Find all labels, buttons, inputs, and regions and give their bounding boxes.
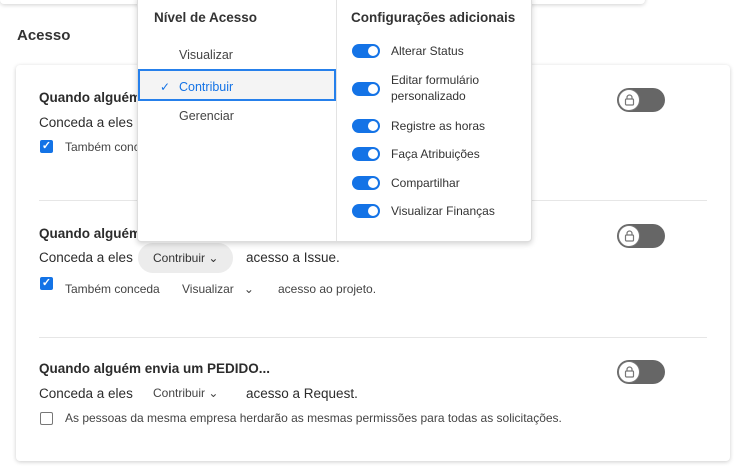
- setting-label: Editar formulário personalizado: [391, 73, 480, 103]
- popover-divider: [336, 0, 337, 241]
- toggle-visualizar-financas[interactable]: [352, 204, 380, 218]
- toggle-compartilhar[interactable]: [352, 176, 380, 190]
- setting-label: Compartilhar: [391, 176, 460, 190]
- row-3-grant-prefix: Conceda a eles: [39, 386, 133, 401]
- section-title: Acesso: [17, 27, 71, 44]
- row-2-project-suffix: acesso ao projeto.: [278, 282, 377, 296]
- option-label: Contribuir: [179, 80, 234, 94]
- access-level-popover: Nível de Acesso Visualizar ✓ Contribuir G…: [137, 0, 532, 242]
- settings-header: Configurações adicionais: [351, 10, 516, 25]
- lock-icon: [624, 366, 634, 378]
- row-2-grant-suffix: acesso a Issue.: [246, 250, 340, 265]
- row-2-lock-toggle[interactable]: [617, 224, 665, 248]
- row-3-inherit-label: As pessoas da mesma empresa herdarão as …: [65, 411, 562, 425]
- row-2-level-value: Contribuir: [153, 251, 206, 265]
- option-contribuir[interactable]: ✓ Contribuir: [138, 69, 336, 101]
- chevron-down-icon: ⌄: [233, 282, 254, 296]
- project-level-value: Visualizar: [182, 282, 234, 296]
- row-2-project-level-dropdown[interactable]: Visualizar ⌄: [182, 282, 254, 296]
- toggle-registre-horas[interactable]: [352, 119, 380, 133]
- option-label: Gerenciar: [179, 109, 234, 123]
- chevron-down-icon: ⌄: [205, 386, 219, 400]
- row-3-grant-suffix: acesso a Request.: [246, 386, 358, 401]
- row-2-title: Quando alguém: [39, 226, 142, 241]
- toggle-faca-atribuicoes[interactable]: [352, 147, 380, 161]
- option-gerenciar[interactable]: Gerenciar: [138, 100, 336, 132]
- chevron-down-icon: ⌄: [205, 251, 219, 265]
- row-3-lock-toggle[interactable]: [617, 360, 665, 384]
- row-2-also-grant-label: Também conceda: [65, 282, 160, 296]
- toggle-editar-formulario[interactable]: [352, 82, 380, 96]
- setting-label: Registre as horas: [391, 119, 486, 133]
- setting-label: Faça Atribuições: [391, 147, 480, 161]
- row-1-lock-toggle[interactable]: [617, 88, 665, 112]
- setting-label: Alterar Status: [391, 44, 464, 58]
- option-label: Visualizar: [179, 48, 233, 62]
- row-1-also-grant-checkbox[interactable]: ✓: [40, 140, 53, 153]
- lock-icon: [624, 230, 634, 242]
- toggle-alterar-status[interactable]: [352, 44, 380, 58]
- setting-label: Visualizar Finanças: [391, 204, 495, 218]
- checkmark-icon: ✓: [160, 80, 171, 94]
- row-1-grant-prefix: Conceda a eles: [39, 115, 133, 130]
- row-1-title: Quando alguém: [39, 90, 142, 105]
- row-3-level-value: Contribuir: [153, 386, 206, 400]
- access-level-header: Nível de Acesso: [154, 10, 258, 25]
- row-2-also-grant-checkbox[interactable]: ✓: [40, 277, 53, 290]
- option-visualizar[interactable]: Visualizar: [138, 39, 336, 71]
- row-3-level-dropdown[interactable]: Contribuir ⌄: [153, 386, 218, 400]
- divider: [39, 337, 707, 338]
- row-2-level-dropdown[interactable]: Contribuir ⌄: [138, 243, 234, 273]
- row-2-grant-prefix: Conceda a eles: [39, 250, 133, 265]
- row-3-inherit-checkbox[interactable]: [40, 412, 53, 425]
- lock-icon: [624, 94, 634, 106]
- row-3-title: Quando alguém envia um PEDIDO...: [39, 361, 271, 376]
